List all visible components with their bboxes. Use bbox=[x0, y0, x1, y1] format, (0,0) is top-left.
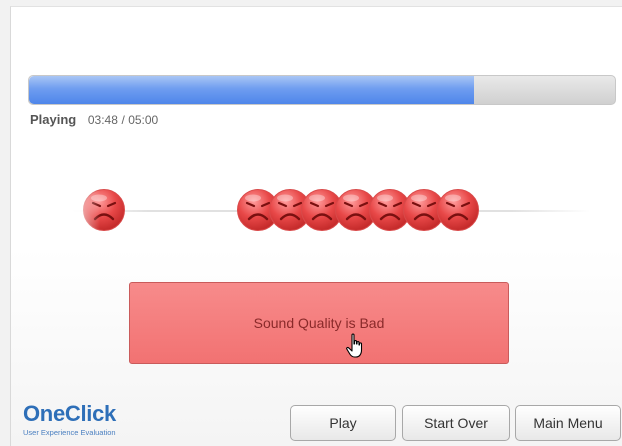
start-over-button-label: Start Over bbox=[424, 415, 488, 431]
current-time: 03:48 bbox=[87, 113, 118, 127]
oneclick-logo: OneClick User Experience Evaluation bbox=[23, 401, 116, 438]
playback-progress-fill bbox=[29, 76, 475, 104]
playback-status: Playing 03:48 / 05:00 bbox=[30, 112, 158, 127]
sound-quality-bad-button[interactable]: Sound Quality is Bad bbox=[129, 282, 509, 364]
brand-tagline: User Experience Evaluation bbox=[23, 428, 116, 437]
playback-state: Playing bbox=[30, 112, 77, 127]
total-time: / 05:00 bbox=[121, 113, 159, 127]
timeline-fade bbox=[60, 180, 100, 240]
play-button-label: Play bbox=[329, 415, 357, 431]
playback-progress-bar[interactable] bbox=[28, 75, 616, 105]
start-over-button[interactable]: Start Over bbox=[402, 405, 510, 441]
main-menu-button-label: Main Menu bbox=[533, 415, 603, 431]
main-menu-button[interactable]: Main Menu bbox=[515, 405, 621, 441]
brand-name: OneClick bbox=[23, 401, 116, 426]
hand-cursor-icon bbox=[345, 333, 367, 359]
sad-face-icon bbox=[436, 188, 480, 232]
rating-label: Sound Quality is Bad bbox=[253, 315, 385, 331]
play-button[interactable]: Play bbox=[290, 405, 396, 441]
